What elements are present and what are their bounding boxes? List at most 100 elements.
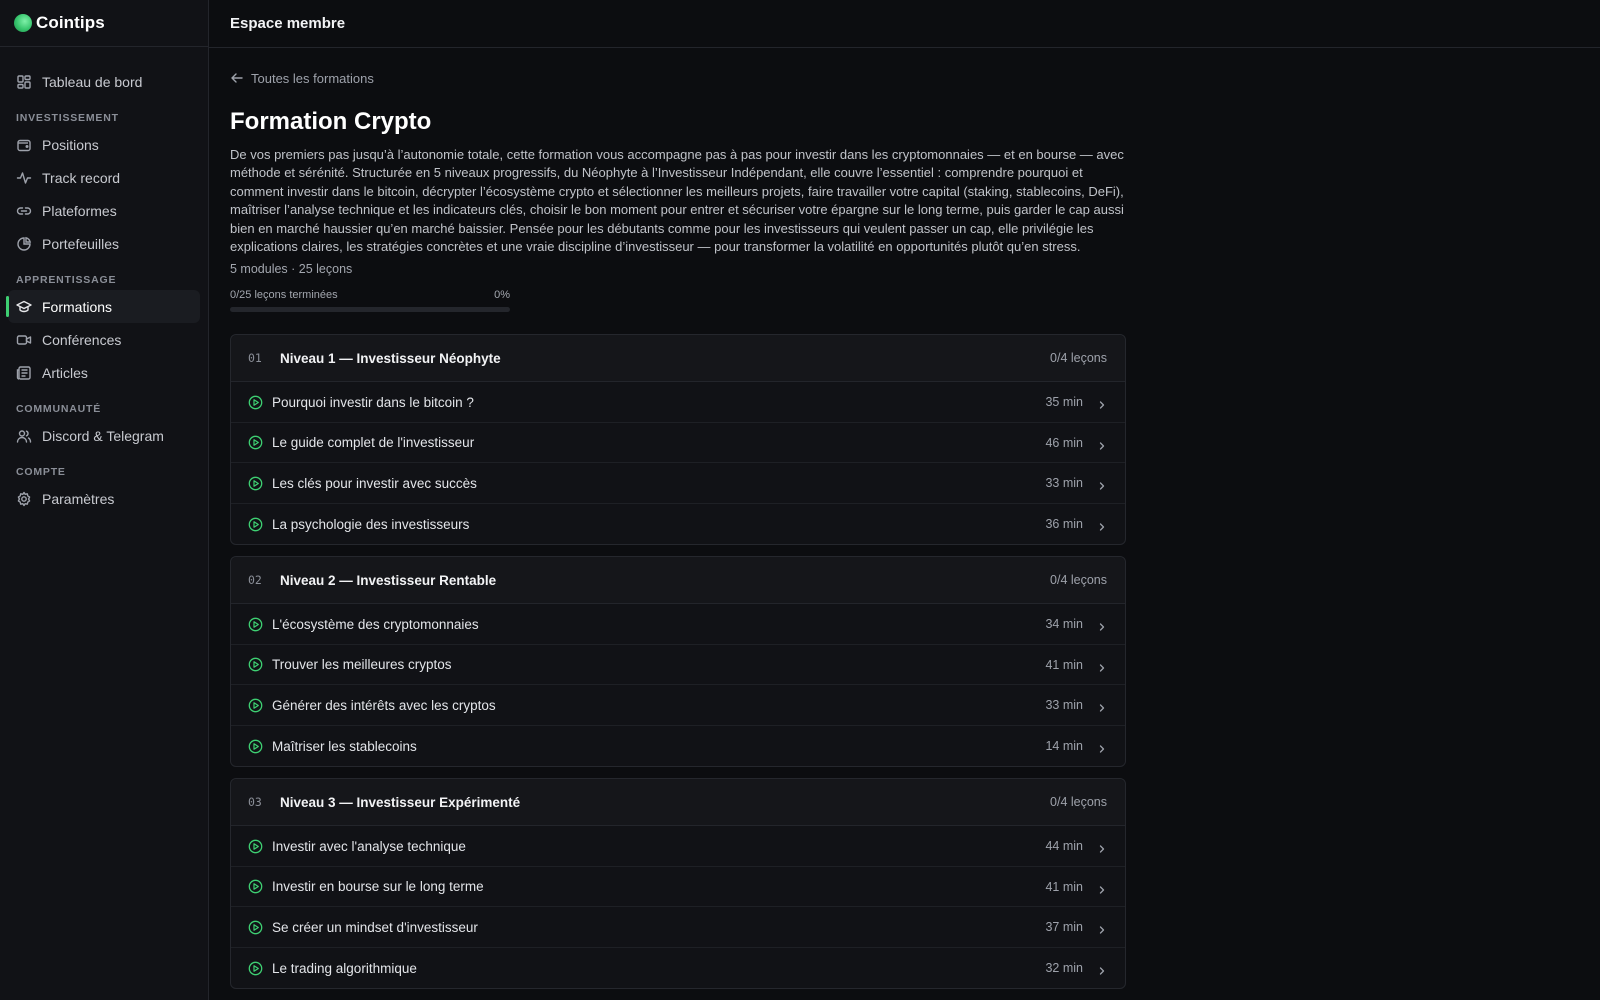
module-number: 03 [248, 795, 262, 810]
page-header-title: Espace membre [230, 15, 346, 32]
lesson-row[interactable]: Investir avec l'analyse technique 44 min [231, 826, 1125, 867]
lesson-duration: 35 min [1045, 395, 1083, 410]
back-link[interactable]: Toutes les formations [230, 70, 1129, 86]
sidebar-item-conferences[interactable]: Conférences [8, 323, 200, 356]
link-icon [16, 203, 32, 219]
sidebar-item-discord-telegram[interactable]: Discord & Telegram [8, 419, 200, 452]
dashboard-icon [16, 74, 32, 90]
module-title: Niveau 2 — Investisseur Rentable [280, 572, 497, 588]
page-title: Formation Crypto [230, 108, 432, 135]
course-description: De vos premiers pas jusqu’à l’autonomie … [230, 147, 1124, 255]
lesson-duration: 44 min [1045, 839, 1083, 854]
sidebar-item-label: Conférences [42, 331, 122, 348]
lesson-duration: 41 min [1045, 879, 1083, 894]
play-circle-icon [248, 395, 263, 410]
lesson-row[interactable]: Maîtriser les stablecoins 14 min [231, 726, 1125, 767]
brand-logo-icon [14, 14, 32, 32]
lesson-duration: 34 min [1045, 617, 1083, 632]
sidebar-item-label: Track record [42, 169, 121, 186]
chevron-right-icon [1097, 397, 1107, 409]
sidebar-item-label: Positions [42, 136, 99, 153]
sidebar-item-track-record[interactable]: Track record [8, 161, 200, 194]
sidebar-section-title: APPRENTISSAGE [16, 274, 117, 286]
sidebar-item-plateformes[interactable]: Plateformes [8, 194, 200, 227]
chevron-right-icon [1097, 922, 1107, 934]
play-circle-icon [248, 839, 263, 854]
module-title: Niveau 3 — Investisseur Expérimenté [280, 794, 521, 810]
sidebar-item-label: Articles [42, 364, 88, 381]
chevron-right-icon [1097, 841, 1107, 853]
graduation-cap-icon [16, 299, 32, 315]
chevron-right-icon [1097, 478, 1107, 490]
sidebar-nav: Tableau de bord INVESTISSEMENT Positions… [0, 47, 208, 515]
sidebar-item-positions[interactable]: Positions [8, 128, 200, 161]
play-circle-icon [248, 961, 263, 976]
lesson-row[interactable]: Générer des intérêts avec les cryptos 33 … [231, 685, 1125, 726]
sidebar-item-tableau-de-bord[interactable]: Tableau de bord [8, 65, 200, 98]
lesson-duration: 36 min [1045, 517, 1083, 532]
lesson-title: Pourquoi investir dans le bitcoin ? [272, 394, 474, 410]
lesson-row[interactable]: L'écosystème des cryptomonnaies 34 min [231, 604, 1125, 645]
lesson-row[interactable]: Investir en bourse sur le long terme 41 m… [231, 867, 1125, 908]
sidebar-section-title: COMPTE [16, 466, 66, 478]
sidebar-item-label: Formations [42, 298, 113, 315]
sidebar-item-formations[interactable]: Formations [6, 290, 200, 323]
arrow-left-icon [230, 71, 244, 85]
lesson-row[interactable]: Se créer un mindset d'investisseur 37 min [231, 907, 1125, 948]
video-icon [16, 332, 32, 348]
lesson-title: Le guide complet de l'investisseur [272, 435, 475, 451]
module-header[interactable]: 03 Niveau 3 — Investisseur Expérimenté 0/4… [231, 779, 1125, 827]
module-card: 01 Niveau 1 — Investisseur Néophyte 0/4 le… [230, 334, 1126, 546]
lesson-duration: 41 min [1045, 657, 1083, 672]
back-link-label: Toutes les formations [251, 70, 374, 86]
module-number: 02 [248, 573, 262, 588]
chevron-right-icon [1097, 519, 1107, 531]
module-lesson-count: 0/4 leçons [1050, 573, 1107, 588]
progress-percent: 0% [494, 289, 510, 302]
module-header[interactable]: 01 Niveau 1 — Investisseur Néophyte 0/4 le… [231, 335, 1125, 383]
course-progress: 0/25 leçons terminées 0% [230, 289, 510, 313]
lesson-duration: 14 min [1045, 739, 1083, 754]
module-lesson-count: 0/4 leçons [1050, 795, 1107, 810]
lesson-row[interactable]: Le guide complet de l'investisseur 46 min [231, 423, 1125, 464]
lesson-title: Générer des intérêts avec les cryptos [272, 697, 496, 713]
lesson-title: L'écosystème des cryptomonnaies [272, 616, 479, 632]
app: Cointips Tableau de bord INVESTISSEMENT … [0, 0, 1600, 1000]
chevron-right-icon [1097, 619, 1107, 631]
chevron-right-icon [1097, 660, 1107, 672]
wallet-icon [16, 137, 32, 153]
pie-chart-icon [16, 236, 32, 252]
sidebar-item-parametres[interactable]: Paramètres [8, 482, 200, 515]
lesson-row[interactable]: Trouver les meilleures cryptos 41 min [231, 645, 1125, 686]
topbar: Espace membre [209, 0, 1600, 48]
lesson-title: Investir avec l'analyse technique [272, 838, 466, 854]
lesson-row[interactable]: Le trading algorithmique 32 min [231, 948, 1125, 989]
play-circle-icon [248, 476, 263, 491]
main-area: Espace membre Toutes les formations Form… [209, 0, 1600, 1000]
sidebar-item-portefeuilles[interactable]: Portefeuilles [8, 227, 200, 260]
chevron-right-icon [1097, 438, 1107, 450]
course-meta: 5 modules · 25 leçons [230, 262, 353, 277]
play-circle-icon [248, 435, 263, 450]
newspaper-icon [16, 365, 32, 381]
sidebar: Cointips Tableau de bord INVESTISSEMENT … [0, 0, 209, 1000]
module-header[interactable]: 02 Niveau 2 — Investisseur Rentable 0/4 le… [231, 557, 1125, 605]
lesson-title: Se créer un mindset d'investisseur [272, 919, 478, 935]
sidebar-item-label: Paramètres [42, 490, 115, 507]
sidebar-section-title: INVESTISSEMENT [16, 112, 119, 124]
lesson-title: La psychologie des investisseurs [272, 516, 470, 532]
brand[interactable]: Cointips [0, 0, 208, 47]
play-circle-icon [248, 920, 263, 935]
module-list: 01 Niveau 1 — Investisseur Néophyte 0/4 le… [230, 334, 1126, 990]
course-content: Toutes les formations Formation Crypto D… [209, 70, 1129, 990]
lesson-row[interactable]: La psychologie des investisseurs 36 min [231, 504, 1125, 545]
lesson-row[interactable]: Pourquoi investir dans le bitcoin ? 35 mi… [231, 382, 1125, 423]
sidebar-item-articles[interactable]: Articles [8, 356, 200, 389]
play-circle-icon [248, 698, 263, 713]
sidebar-item-label: Discord & Telegram [42, 427, 164, 444]
chevron-right-icon [1097, 741, 1107, 753]
lesson-title: Trouver les meilleures cryptos [272, 657, 452, 673]
play-circle-icon [248, 739, 263, 754]
lesson-row[interactable]: Les clés pour investir avec succès 33 min [231, 463, 1125, 504]
lesson-duration: 32 min [1045, 961, 1083, 976]
